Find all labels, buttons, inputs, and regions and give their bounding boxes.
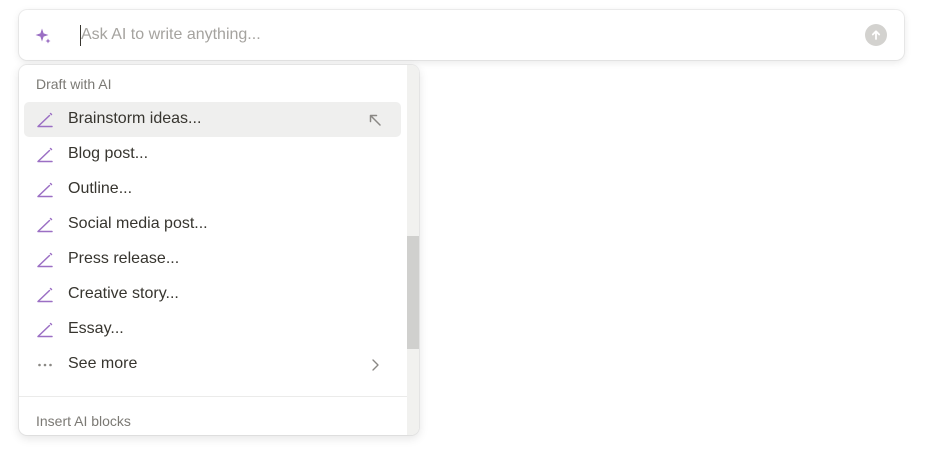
menu-item-label: Brainstorm ideas... bbox=[68, 110, 202, 127]
menu-item-label: Press release... bbox=[68, 250, 180, 267]
ai-prompt-input[interactable] bbox=[81, 23, 861, 47]
menu-item-see-more[interactable]: See more bbox=[24, 347, 401, 382]
menu-scrollbar-thumb[interactable] bbox=[407, 236, 419, 349]
pen-icon bbox=[37, 147, 53, 163]
pen-icon bbox=[37, 252, 53, 268]
menu-scrollbar-track[interactable] bbox=[407, 65, 419, 435]
pen-icon bbox=[37, 182, 53, 198]
menu-item-essay[interactable]: Essay... bbox=[24, 312, 401, 347]
section-title-insert-blocks: Insert AI blocks bbox=[36, 413, 131, 429]
ai-writer-overlay: Draft with AI Brainstorm ideas... Blog p… bbox=[0, 0, 929, 452]
ai-suggestions-menu: Draft with AI Brainstorm ideas... Blog p… bbox=[19, 65, 419, 435]
chevron-right-icon bbox=[372, 359, 379, 371]
sparkle-icon bbox=[35, 28, 51, 44]
menu-item-blog-post[interactable]: Blog post... bbox=[24, 137, 401, 172]
arrow-up-left-icon bbox=[369, 114, 381, 126]
menu-item-outline[interactable]: Outline... bbox=[24, 172, 401, 207]
menu-item-press-release[interactable]: Press release... bbox=[24, 242, 401, 277]
menu-item-label: Blog post... bbox=[68, 145, 149, 162]
menu-item-label: Creative story... bbox=[68, 285, 179, 302]
section-title-draft: Draft with AI bbox=[36, 76, 112, 92]
menu-item-creative-story[interactable]: Creative story... bbox=[24, 277, 401, 312]
menu-item-label: See more bbox=[68, 355, 138, 372]
menu-divider bbox=[19, 396, 407, 397]
menu-item-label: Social media post... bbox=[68, 215, 208, 232]
menu-item-social-media-post[interactable]: Social media post... bbox=[24, 207, 401, 242]
pen-icon bbox=[37, 322, 53, 338]
pen-icon bbox=[37, 287, 53, 303]
ai-prompt-bar bbox=[19, 10, 904, 60]
menu-item-label: Outline... bbox=[68, 180, 133, 197]
arrow-up-circle-icon bbox=[871, 30, 881, 40]
pen-icon bbox=[37, 112, 53, 128]
submit-button[interactable] bbox=[865, 24, 887, 46]
pen-icon bbox=[37, 217, 53, 233]
menu-item-brainstorm-ideas[interactable]: Brainstorm ideas... bbox=[24, 102, 401, 137]
ellipsis-icon bbox=[38, 363, 52, 367]
menu-item-label: Essay... bbox=[68, 320, 124, 337]
